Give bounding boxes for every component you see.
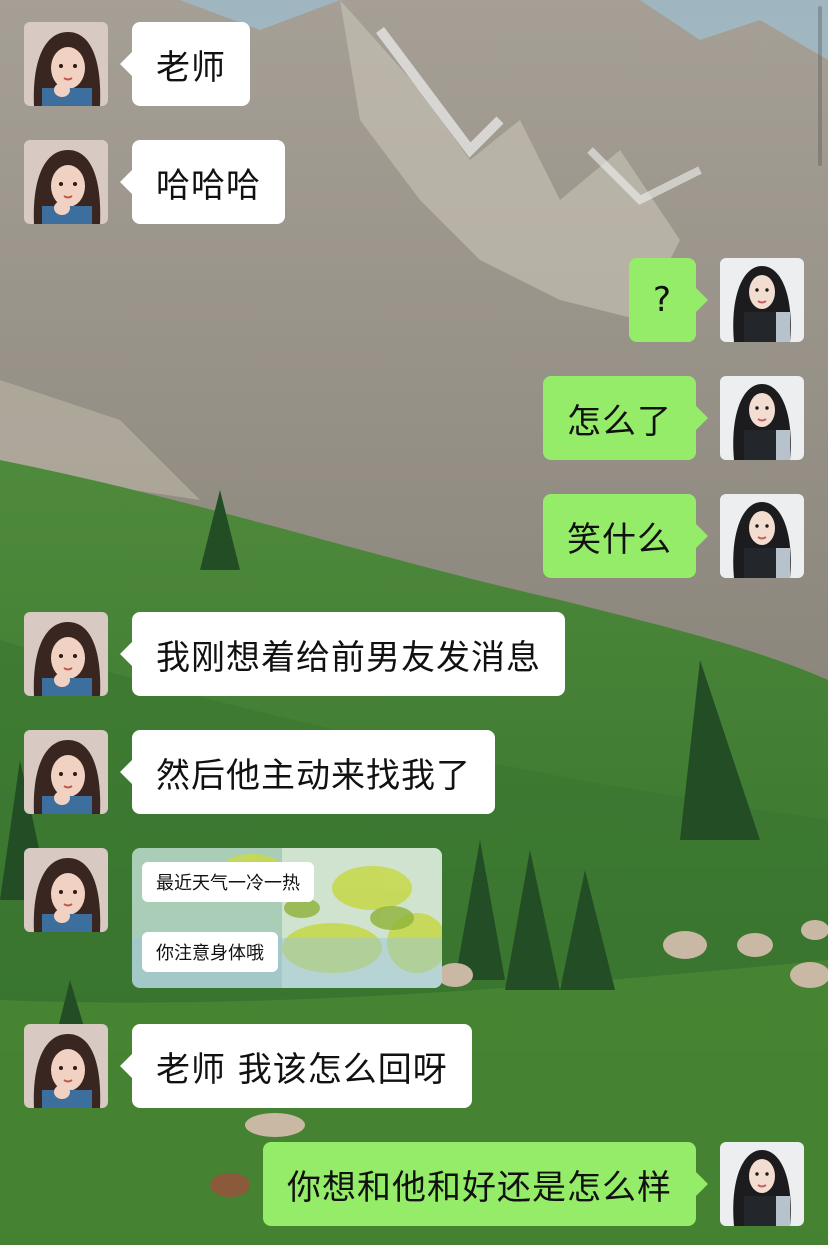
girl-avatar-icon[interactable] — [24, 1024, 108, 1108]
girl-avatar-icon[interactable] — [24, 730, 108, 814]
message-bubble-incoming[interactable]: 老师 我该怎么回呀 — [120, 1024, 472, 1108]
girl-avatar-icon[interactable] — [24, 612, 108, 696]
girl-avatar-icon[interactable] — [24, 22, 108, 106]
message-bubble-incoming[interactable]: 哈哈哈 — [120, 140, 285, 224]
message-bubble-outgoing[interactable]: 怎么了 — [543, 376, 708, 460]
image-message[interactable]: 最近天气一冷一热 你注意身体哦 — [132, 848, 442, 988]
chat-message-list[interactable]: 老师 哈哈哈 ? 怎么了 笑什么 我刚想着给前男友发消息 然后他主动来找我了 最… — [0, 0, 828, 1245]
message-bubble-incoming[interactable]: 老师 — [120, 22, 250, 106]
woman-avatar-icon[interactable] — [720, 494, 804, 578]
woman-avatar-icon[interactable] — [720, 1142, 804, 1226]
girl-avatar-icon[interactable] — [24, 140, 108, 224]
message-bubble-incoming[interactable]: 我刚想着给前男友发消息 — [120, 612, 565, 696]
girl-avatar-icon[interactable] — [24, 848, 108, 932]
woman-avatar-icon[interactable] — [720, 376, 804, 460]
message-bubble-outgoing[interactable]: 你想和他和好还是怎么样 — [263, 1142, 708, 1226]
woman-avatar-icon[interactable] — [720, 258, 804, 342]
message-bubble-incoming[interactable]: 然后他主动来找我了 — [120, 730, 495, 814]
message-bubble-outgoing[interactable]: 笑什么 — [543, 494, 708, 578]
image-text-line: 最近天气一冷一热 — [142, 862, 314, 902]
message-bubble-outgoing[interactable]: ? — [628, 258, 709, 342]
image-text-line: 你注意身体哦 — [142, 932, 278, 972]
